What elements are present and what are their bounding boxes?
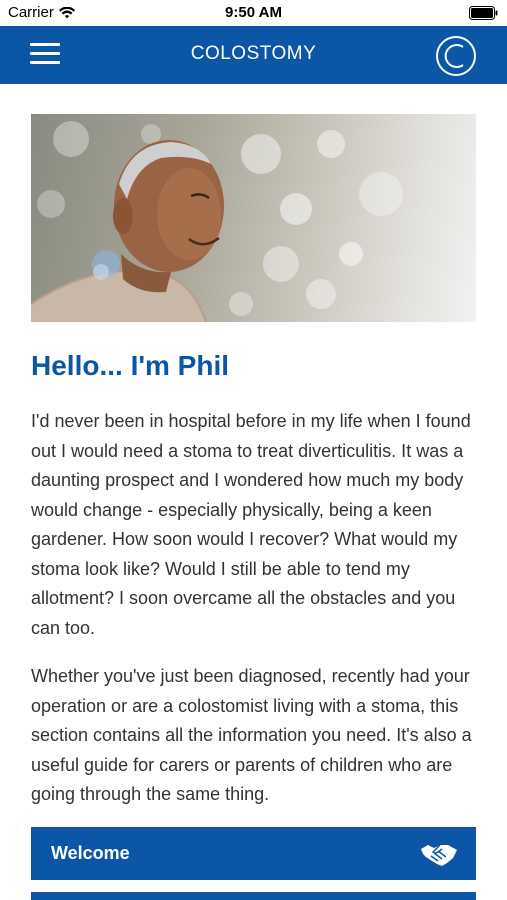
article-headline: Hello... I'm Phil bbox=[31, 350, 230, 381]
c-logo-icon[interactable] bbox=[435, 35, 477, 77]
elderly-man-photo bbox=[31, 121, 403, 322]
handshake-icon bbox=[421, 844, 457, 866]
page-title: COLOSTOMY bbox=[190, 43, 317, 64]
battery-icon bbox=[469, 6, 498, 20]
article-paragraph-1: I'd never been in hospital before in my … bbox=[31, 411, 471, 638]
hero-image bbox=[31, 114, 476, 322]
welcome-section-label: Welcome bbox=[51, 843, 130, 863]
next-section-button[interactable] bbox=[31, 892, 476, 900]
welcome-section-button[interactable]: Welcome bbox=[31, 827, 476, 880]
status-time: 9:50 AM bbox=[225, 4, 282, 21]
nav-bar: COLOSTOMY bbox=[0, 26, 507, 84]
status-bar: Carrier 9:50 AM bbox=[0, 0, 507, 26]
article-paragraph-2: Whether you've just been diagnosed, rece… bbox=[31, 666, 472, 804]
